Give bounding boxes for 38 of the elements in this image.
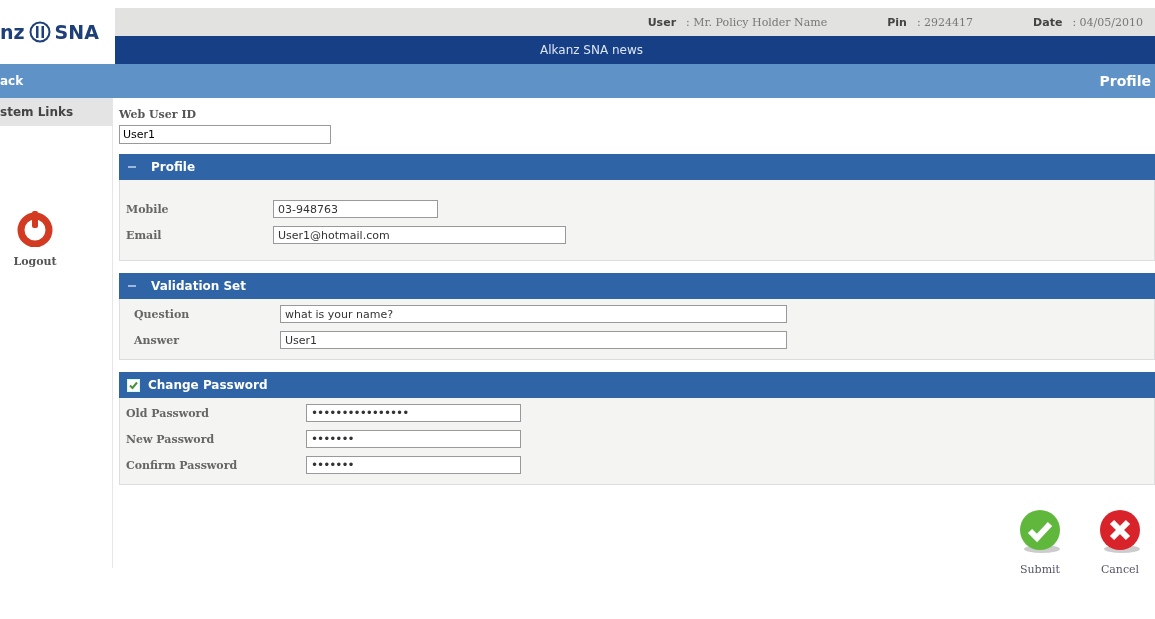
info-label: User: [647, 15, 677, 29]
cancel-link[interactable]: Cancel: [1100, 563, 1140, 576]
info-label: Pin: [887, 15, 907, 29]
field-label: Confirm Password: [126, 458, 239, 472]
sidebar-header: stem Links: [0, 98, 112, 126]
field-label: Mobile: [126, 202, 170, 216]
input-field[interactable]: User1@hotmail.com: [273, 226, 566, 244]
section-title: Change Password: [148, 378, 268, 392]
logo-text: SNA: [54, 21, 99, 43]
info-value: : 04/05/2010: [1072, 15, 1143, 29]
news-text[interactable]: Alkanz SNA news: [540, 43, 644, 57]
emblem-icon: [28, 21, 51, 43]
collapse-icon[interactable]: [127, 282, 137, 290]
input-field[interactable]: User1: [119, 125, 331, 144]
page-title: Profile: [1099, 73, 1151, 89]
password-field[interactable]: •••••••: [306, 430, 521, 448]
field-label: Question: [134, 307, 191, 321]
field-label: New Password: [126, 432, 216, 446]
logout-link[interactable]: Logout: [13, 255, 57, 268]
field-label: Email: [126, 228, 163, 242]
submit-link[interactable]: Submit: [1020, 563, 1060, 576]
input-field[interactable]: what is your name?: [280, 305, 787, 323]
checkbox[interactable]: [127, 378, 140, 392]
field-label: Web User ID: [119, 108, 198, 121]
info-label: Date: [1033, 15, 1063, 29]
power-icon[interactable]: [17, 209, 53, 247]
logo-text: nz: [0, 21, 25, 43]
password-field[interactable]: •••••••: [306, 456, 521, 474]
info-value: : Mr. Policy Holder Name: [686, 15, 828, 29]
section-title: Validation Set: [151, 279, 246, 293]
field-label: Old Password: [126, 406, 211, 420]
input-field[interactable]: User1: [280, 331, 787, 349]
collapse-icon[interactable]: [127, 163, 137, 171]
section-title: Profile: [151, 160, 196, 174]
info-value: : 2924417: [916, 15, 974, 29]
field-label: Answer: [134, 333, 181, 347]
input-field[interactable]: 03-948763: [273, 200, 438, 218]
password-field[interactable]: ••••••••••••••••: [306, 404, 521, 422]
